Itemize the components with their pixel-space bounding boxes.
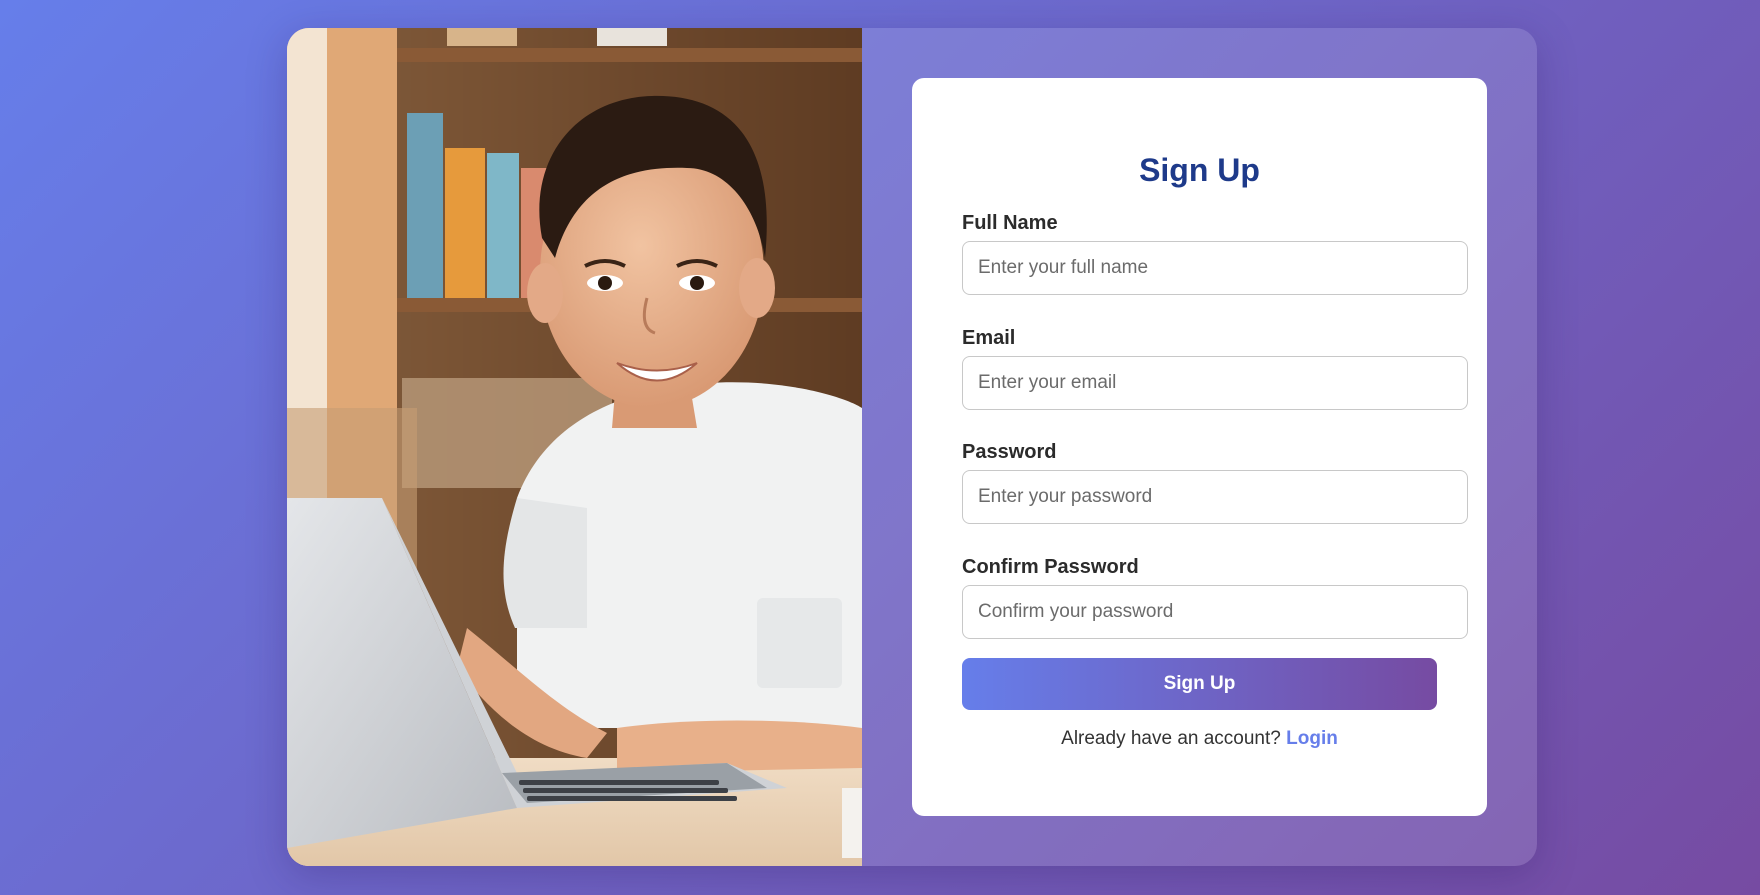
login-prompt: Already have an account? Login: [912, 728, 1487, 750]
full-name-label: Full Name: [962, 212, 1058, 234]
email-input[interactable]: [962, 356, 1468, 410]
email-label: Email: [962, 327, 1016, 349]
login-prompt-text: Already have an account?: [1061, 728, 1281, 749]
sign-up-button[interactable]: Sign Up: [962, 658, 1437, 710]
full-name-input[interactable]: [962, 241, 1468, 295]
form-panel: Sign Up Full Name Email Password Confirm…: [862, 28, 1537, 866]
hero-photo: [287, 28, 862, 866]
confirm-password-input[interactable]: [962, 585, 1468, 639]
password-label: Password: [962, 441, 1057, 463]
form-title: Sign Up: [1139, 152, 1260, 188]
login-link[interactable]: Login: [1286, 728, 1338, 749]
signup-card: Sign Up Full Name Email Password Confirm…: [287, 28, 1537, 866]
confirm-password-label: Confirm Password: [962, 556, 1139, 578]
password-input[interactable]: [962, 470, 1468, 524]
signup-form: Sign Up Full Name Email Password Confirm…: [912, 78, 1487, 816]
